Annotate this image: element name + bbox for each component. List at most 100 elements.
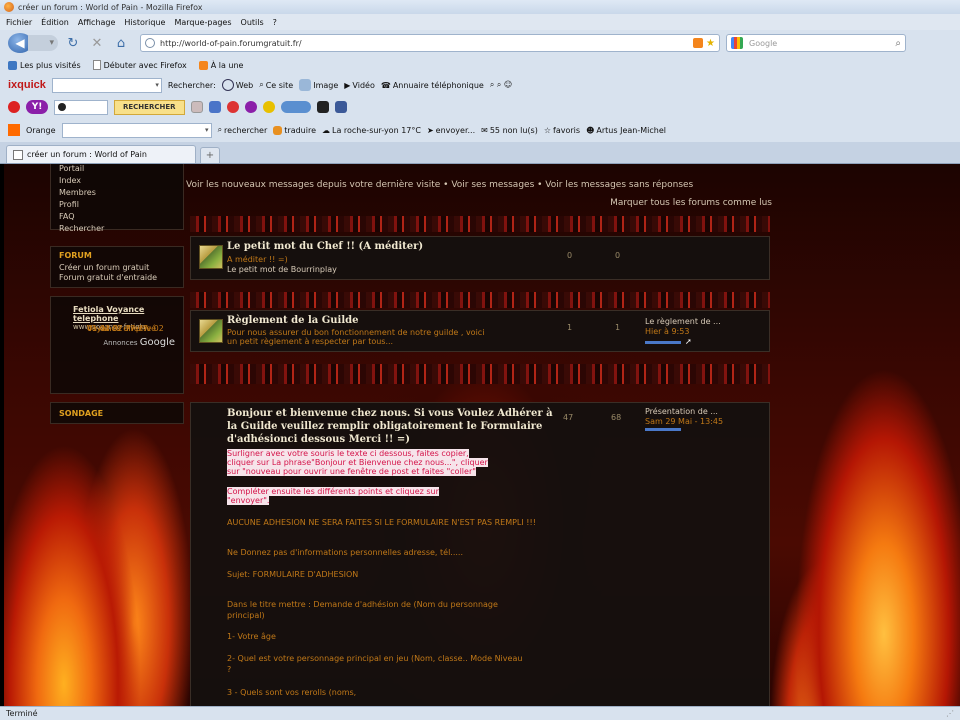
forum-topic-count: 47: [563, 413, 574, 422]
last-post-author-link[interactable]: [645, 341, 681, 344]
navigation-toolbar: ◀ ▾ ↻ ✕ ⌂ http://world-of-pain.forumgrat…: [0, 30, 960, 56]
red-c-icon[interactable]: [8, 101, 20, 113]
orange-favoris[interactable]: ☆ favoris: [544, 126, 580, 135]
last-post-author-link[interactable]: [645, 428, 681, 431]
menu-marque-pages[interactable]: Marque-pages: [174, 18, 231, 27]
user-icon: ☻: [586, 125, 595, 135]
yahoo-logo[interactable]: Y!: [26, 100, 48, 114]
ixquick-search-input[interactable]: ▾: [51, 77, 162, 93]
forum-title[interactable]: Le petit mot du Chef !! (A méditer): [227, 241, 423, 252]
stop-button[interactable]: ✕: [88, 34, 106, 52]
sidebar-link-index[interactable]: Index: [59, 175, 183, 187]
translate-icon: [273, 125, 283, 135]
reload-button[interactable]: ↻: [64, 34, 82, 52]
sidebar-link-rechercher[interactable]: Rechercher: [59, 223, 183, 235]
ixquick-web[interactable]: Web: [221, 79, 253, 91]
ixquick-tools[interactable]: ⌕ ⌕ ☺: [490, 80, 512, 90]
sidebar-forum-box: FORUM Créer un forum gratuit Forum gratu…: [50, 246, 184, 288]
category-header-strip: [190, 216, 770, 232]
menu-historique[interactable]: Historique: [124, 18, 165, 27]
status-bar: Terminé ⋰: [0, 706, 960, 720]
top-links[interactable]: Voir les nouveaux messages depuis votre …: [186, 180, 693, 190]
search-box[interactable]: Google ⌕: [726, 34, 906, 52]
dropdown-arrow-icon: ▾: [155, 81, 159, 89]
ad-attribution[interactable]: Annonces Google: [73, 338, 175, 348]
bookmark-most-visited[interactable]: Les plus visités: [8, 60, 81, 70]
search-placeholder: Google: [749, 38, 778, 48]
forum-topic-count: 1: [567, 323, 573, 332]
mail-icon[interactable]: [190, 101, 203, 113]
forum-description: Le petit mot de Bourrinplay: [227, 265, 337, 274]
orange-envoyer[interactable]: ➤ envoyer...: [427, 126, 475, 135]
ixquick-image[interactable]: Image: [299, 79, 338, 91]
orange-mail[interactable]: ✉ 55 non lu(s): [481, 126, 538, 135]
rss-feed-icon[interactable]: [693, 38, 704, 48]
sidebar-link-portail[interactable]: Portail: [59, 164, 183, 175]
sidebar-link-profil[interactable]: Profil: [59, 199, 183, 211]
bookmark-getting-started[interactable]: Débuter avec Firefox: [92, 60, 187, 70]
menu-affichage[interactable]: Affichage: [78, 18, 116, 27]
sidebar-link-faq[interactable]: FAQ: [59, 211, 183, 223]
news-icon[interactable]: [208, 101, 221, 113]
last-post-arrow-icon[interactable]: ➚: [685, 337, 692, 347]
ad-annonces-label: Annonces: [103, 339, 138, 347]
smiley-icon[interactable]: [262, 101, 275, 113]
ixquick-video[interactable]: ▶ Vidéo: [344, 81, 375, 90]
address-bar[interactable]: http://world-of-pain.forumgratuit.fr/ ★: [140, 34, 720, 52]
dropdown-arrow-icon: ▾: [49, 38, 54, 48]
flickr-icon[interactable]: [226, 101, 239, 113]
send-icon: ➤: [426, 125, 434, 135]
forum-title[interactable]: Règlement de la Guilde: [227, 315, 359, 326]
star-icon: ☆: [543, 125, 552, 135]
bookmark-headlines[interactable]: À la une: [198, 60, 243, 70]
zoom-icon: ⌕ ⌕ ☺: [489, 80, 513, 89]
new-tab-button[interactable]: +: [200, 147, 220, 163]
resize-grip-icon[interactable]: ⋰: [946, 709, 954, 718]
back-arrow-icon: ◀: [15, 36, 25, 50]
forum-title[interactable]: Bonjour et bienvenue chez nous. Si vous …: [227, 407, 557, 446]
forward-button[interactable]: ▾: [28, 35, 58, 51]
weather-icon[interactable]: [280, 101, 311, 113]
ixquick-logo: ixquick: [8, 79, 46, 91]
tab-active[interactable]: créer un forum : World of Pain: [6, 145, 196, 163]
orange-rechercher[interactable]: ⌕ rechercher: [218, 125, 268, 135]
music-icon[interactable]: [316, 101, 329, 113]
menu-help[interactable]: ?: [273, 18, 277, 27]
sidebar-link-help-forum[interactable]: Forum gratuit d'entraide: [59, 273, 175, 283]
facebook-icon[interactable]: [334, 101, 347, 113]
stop-icon: ✕: [91, 35, 103, 51]
ixquick-ce-site[interactable]: ⌕ Ce site: [259, 80, 293, 90]
orange-account[interactable]: ☻ Artus Jean-Michel: [586, 126, 666, 135]
yahoo-search-input[interactable]: [54, 99, 108, 115]
rule-text: 1- Votre âge: [227, 632, 276, 641]
orange-label[interactable]: Orange: [26, 126, 56, 135]
search-icon[interactable]: ⌕: [895, 38, 901, 49]
forum-post-count: 68: [611, 413, 622, 422]
menu-outils[interactable]: Outils: [241, 18, 264, 27]
menu-fichier[interactable]: Fichier: [6, 18, 32, 27]
last-post-date: Sam 29 Mai - 13:45: [645, 417, 724, 426]
ixquick-search-label[interactable]: Rechercher:: [168, 81, 216, 90]
firefox-icon: [4, 2, 14, 12]
orange-search-input[interactable]: ▾: [61, 122, 212, 138]
instruction-highlight: Compléter ensuite les différents points …: [227, 487, 439, 505]
yahoo-search-button[interactable]: RECHERCHER: [114, 99, 185, 115]
last-post-title[interactable]: Présentation de ...: [645, 407, 723, 417]
home-button[interactable]: ⌂: [112, 34, 130, 52]
ad-title[interactable]: Fetiola Voyance telephone: [73, 305, 175, 323]
mark-all-read-link[interactable]: Marquer tous les forums comme lus: [610, 198, 772, 208]
sidebar-link-membres[interactable]: Membres: [59, 187, 183, 199]
orange-traduire[interactable]: traduire: [273, 125, 316, 135]
last-post-title[interactable]: Le règlement de ...: [645, 317, 721, 327]
messenger-icon[interactable]: [244, 101, 257, 113]
menu-edition[interactable]: Édition: [41, 18, 69, 27]
bookmark-star-icon[interactable]: ★: [706, 38, 715, 49]
rule-text: Sujet: FORMULAIRE D'ADHESION: [227, 570, 359, 579]
orange-weather[interactable]: ☁ La roche-sur-yon 17°C: [322, 126, 421, 135]
rule-text: AUCUNE ADHESION NE SERA FAITES SI LE FOR…: [227, 518, 536, 527]
ixquick-toolbar: ixquick ▾ Rechercher: Web ⌕ Ce site Image…: [0, 74, 960, 96]
magnifier-icon: ⌕: [259, 80, 264, 89]
ixquick-annuaire[interactable]: ☎ Annuaire téléphonique: [381, 81, 484, 90]
page-favicon: [13, 149, 23, 160]
sidebar-link-create-forum[interactable]: Créer un forum gratuit: [59, 263, 175, 273]
